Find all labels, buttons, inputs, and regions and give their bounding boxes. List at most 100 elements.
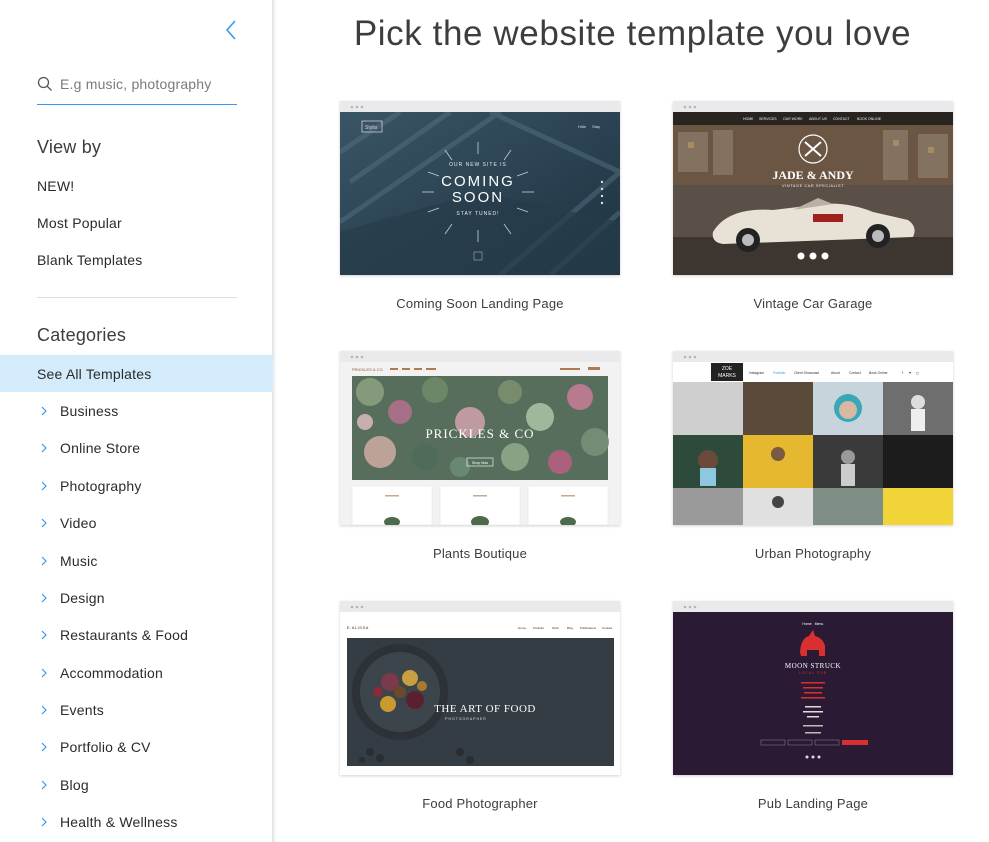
template-card-coming-soon[interactable]: Stylio Hide Stay OUR NEW SITE IS COMING … — [340, 101, 620, 311]
template-name: Urban Photography — [754, 546, 872, 561]
svg-text:E.ALISSA: E.ALISSA — [347, 625, 369, 630]
category-label: Business — [60, 403, 119, 419]
template-preview-frame: ZOE MARKS Instagram Portfolio Client Sho… — [673, 351, 953, 525]
svg-text:STAY TUNED!: STAY TUNED! — [456, 211, 499, 217]
view-blank-templates-link[interactable]: Blank Templates — [37, 252, 142, 268]
category-health-wellness[interactable]: Health & Wellness — [37, 812, 178, 832]
template-card-plants-boutique[interactable]: PRICKLES & CO PRICKLES & CO Shop Now Pla… — [340, 351, 620, 561]
chevron-right-icon — [41, 817, 47, 827]
category-portfolio-cv[interactable]: Portfolio & CV — [37, 737, 151, 757]
category-design[interactable]: Design — [37, 588, 105, 608]
svg-text:ZOE: ZOE — [722, 366, 733, 372]
svg-text:JADE & ANDY: JADE & ANDY — [772, 168, 854, 182]
svg-text:ABOUT US: ABOUT US — [809, 117, 827, 121]
svg-text:Blog: Blog — [567, 626, 573, 630]
search-box — [37, 70, 237, 105]
template-preview-frame: Home Menu MOON STRUCK LOCAL PUB — [673, 601, 953, 775]
window-dots-icon — [683, 605, 697, 609]
thumb-brand: Stylio — [365, 125, 377, 131]
category-label: Photography — [60, 478, 142, 494]
svg-text:SERVICES: SERVICES — [759, 117, 777, 121]
svg-text:HOME: HOME — [743, 117, 754, 121]
category-video[interactable]: Video — [37, 513, 97, 533]
svg-text:f: f — [902, 371, 903, 375]
category-label: Portfolio & CV — [60, 739, 151, 755]
view-by-heading: View by — [37, 137, 102, 157]
categories-heading: Categories — [37, 325, 127, 345]
template-thumbnail: HOME SERVICES OUR WORK ABOUT US CONTACT … — [673, 112, 953, 275]
category-label: Accommodation — [60, 665, 163, 681]
svg-text:OUR NEW SITE IS: OUR NEW SITE IS — [449, 162, 507, 168]
category-label: Health & Wellness — [60, 814, 178, 830]
category-photography[interactable]: Photography — [37, 476, 142, 496]
sidebar: View by NEW! Most Popular Blank Template… — [0, 0, 273, 842]
svg-text:PRICKLES & CO: PRICKLES & CO — [352, 367, 383, 372]
svg-text:VINTAGE CAR SPECIALIST: VINTAGE CAR SPECIALIST — [782, 183, 844, 188]
svg-text:Contact: Contact — [602, 626, 613, 630]
svg-text:Portfolio: Portfolio — [773, 371, 786, 375]
category-accommodation[interactable]: Accommodation — [37, 663, 163, 683]
chevron-right-icon — [41, 705, 47, 715]
chevron-right-icon — [41, 481, 47, 491]
sidebar-divider — [37, 297, 237, 298]
category-label: Design — [60, 590, 105, 606]
template-card-food-photographer[interactable]: E.ALISSA Home Portfolio Work Blog Public… — [340, 601, 620, 811]
category-label: Online Store — [60, 440, 141, 456]
svg-text:Hide: Hide — [578, 124, 587, 129]
chevron-right-icon — [41, 518, 47, 528]
chevron-right-icon — [41, 406, 47, 416]
view-most-popular-link[interactable]: Most Popular — [37, 215, 122, 231]
svg-text:Home: Home — [802, 622, 811, 626]
page-title: Pick the website template you love — [353, 14, 912, 53]
template-thumbnail: Stylio Hide Stay OUR NEW SITE IS COMING … — [340, 112, 620, 275]
chevron-left-icon — [225, 20, 236, 40]
chevron-right-icon — [41, 780, 47, 790]
chevron-right-icon — [41, 443, 47, 453]
chevron-right-icon — [41, 556, 47, 566]
template-thumbnail: Home Menu MOON STRUCK LOCAL PUB — [673, 612, 953, 775]
svg-text:Shop Now: Shop Now — [472, 461, 489, 465]
view-new-link[interactable]: NEW! — [37, 178, 74, 194]
category-business[interactable]: Business — [37, 401, 118, 421]
chevron-right-icon — [41, 630, 47, 640]
svg-text:Publications: Publications — [580, 626, 597, 630]
template-card-pub-landing-page[interactable]: Home Menu MOON STRUCK LOCAL PUB Pub Land… — [673, 601, 953, 811]
category-events[interactable]: Events — [37, 700, 104, 720]
template-thumbnail: E.ALISSA Home Portfolio Work Blog Public… — [340, 612, 620, 775]
svg-text:◻: ◻ — [916, 371, 919, 375]
svg-text:THE ART OF FOOD: THE ART OF FOOD — [434, 703, 536, 715]
svg-text:Instagram: Instagram — [749, 371, 764, 375]
chevron-right-icon — [41, 668, 47, 678]
template-name: Vintage Car Garage — [753, 296, 873, 311]
template-name: Coming Soon Landing Page — [396, 296, 564, 311]
template-thumbnail: PRICKLES & CO PRICKLES & CO Shop Now — [340, 362, 620, 525]
category-blog[interactable]: Blog — [37, 775, 89, 795]
svg-text:SOON: SOON — [452, 189, 504, 206]
svg-text:♥: ♥ — [909, 371, 911, 375]
category-label: Video — [60, 515, 97, 531]
category-see-all-templates[interactable]: See All Templates — [0, 355, 273, 392]
chevron-right-icon — [41, 742, 47, 752]
svg-text:PHOTOGRAPHER: PHOTOGRAPHER — [445, 717, 487, 721]
svg-text:Stay: Stay — [592, 124, 600, 129]
search-input[interactable] — [60, 73, 235, 95]
category-restaurants-food[interactable]: Restaurants & Food — [37, 625, 188, 645]
template-preview-frame: E.ALISSA Home Portfolio Work Blog Public… — [340, 601, 620, 775]
svg-text:MARKS: MARKS — [718, 373, 736, 379]
category-music[interactable]: Music — [37, 551, 98, 571]
svg-text:PRICKLES & CO: PRICKLES & CO — [425, 426, 534, 441]
window-dots-icon — [683, 355, 697, 359]
svg-text:CONTACT: CONTACT — [833, 117, 851, 121]
category-online-store[interactable]: Online Store — [37, 438, 140, 458]
svg-text:Contact: Contact — [849, 371, 861, 375]
template-card-vintage-car-garage[interactable]: HOME SERVICES OUR WORK ABOUT US CONTACT … — [673, 101, 953, 311]
template-card-urban-photography[interactable]: ZOE MARKS Instagram Portfolio Client Sho… — [673, 351, 953, 561]
svg-text:Home: Home — [518, 626, 526, 630]
collapse-sidebar-button[interactable] — [222, 18, 240, 42]
svg-text:Work: Work — [552, 626, 559, 630]
template-preview-frame: HOME SERVICES OUR WORK ABOUT US CONTACT … — [673, 101, 953, 275]
window-dots-icon — [350, 605, 364, 609]
category-label: Music — [60, 553, 98, 569]
svg-text:About: About — [831, 371, 840, 375]
template-preview-frame: Stylio Hide Stay OUR NEW SITE IS COMING … — [340, 101, 620, 275]
